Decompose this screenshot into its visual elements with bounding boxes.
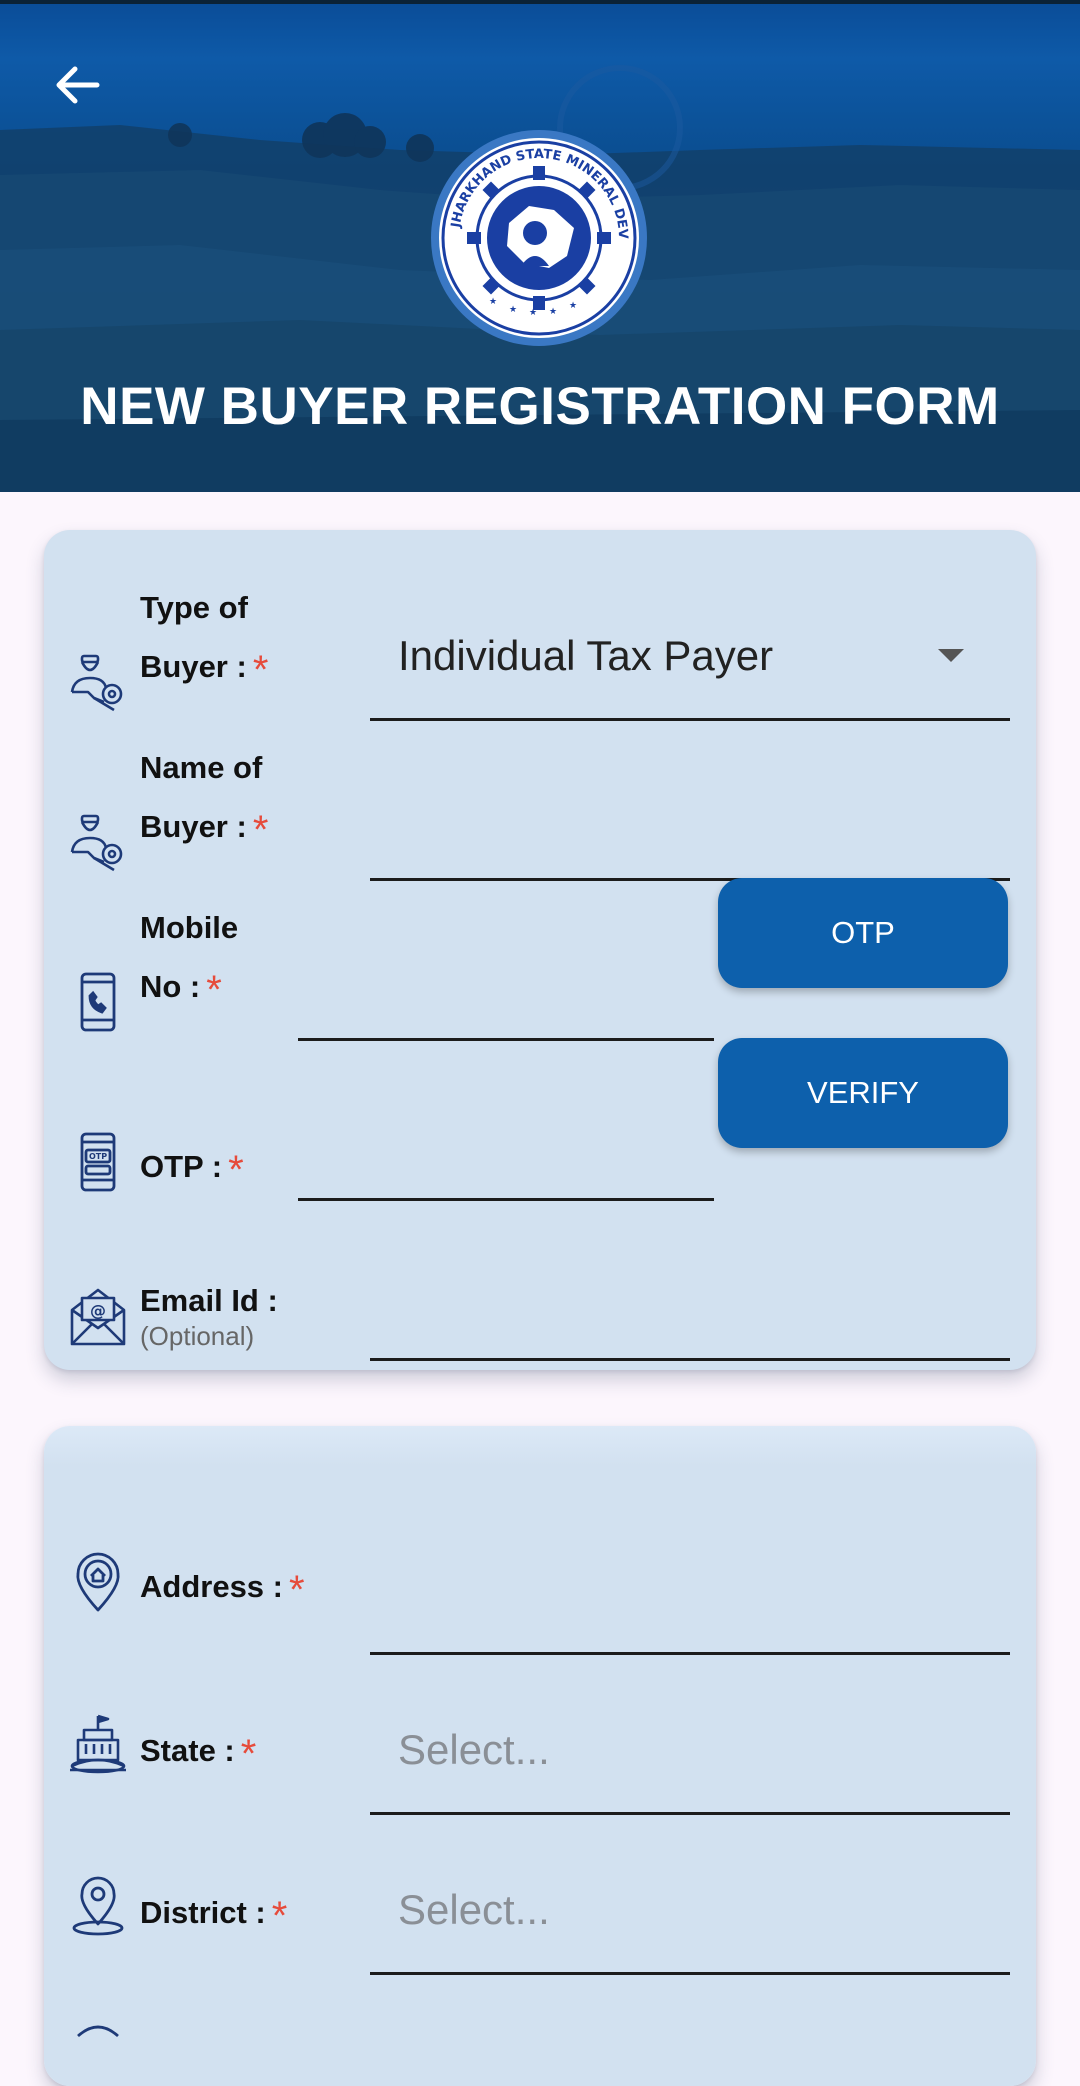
otp-input[interactable] bbox=[298, 1060, 714, 1201]
state-label: State : * bbox=[140, 1732, 257, 1776]
address-details-card: Address : * State : * Select... District… bbox=[44, 1426, 1036, 2086]
otp-button[interactable]: OTP bbox=[718, 878, 1008, 988]
name-of-buyer-input[interactable] bbox=[370, 740, 1010, 881]
address-input[interactable] bbox=[370, 1486, 1010, 1655]
svg-text:OTP: OTP bbox=[89, 1152, 107, 1161]
email-label: Email Id : (Optional) bbox=[140, 1283, 278, 1351]
district-label: District : * bbox=[140, 1894, 288, 1938]
back-button[interactable] bbox=[40, 48, 114, 122]
svg-text:★: ★ bbox=[509, 305, 517, 315]
address-label: Address : * bbox=[140, 1568, 305, 1612]
state-select[interactable]: Select... bbox=[370, 1646, 1010, 1815]
header-banner: ★★★★★ JHARKHAND STATE MINERAL DEVELOPMEN… bbox=[0, 0, 1080, 492]
next-field-icon bbox=[77, 2025, 119, 2038]
verify-button[interactable]: VERIFY bbox=[718, 1038, 1008, 1148]
jsmdc-logo: ★★★★★ JHARKHAND STATE MINERAL DEVELOPMEN… bbox=[429, 128, 647, 346]
name-of-buyer-label: Name of Buyer : * bbox=[140, 750, 269, 852]
state-building-icon bbox=[70, 1714, 126, 1774]
mobile-phone-icon bbox=[80, 972, 116, 1032]
district-placeholder: Select... bbox=[398, 1886, 550, 1933]
state-placeholder: Select... bbox=[398, 1726, 550, 1773]
mobile-row: Mobile No : * OTP bbox=[44, 878, 1036, 1041]
svg-text:★: ★ bbox=[569, 301, 577, 311]
home-location-icon bbox=[76, 1552, 120, 1612]
name-of-buyer-row: Name of Buyer : * bbox=[44, 740, 1036, 881]
district-row: District : * Select... bbox=[44, 1806, 1036, 1975]
type-of-buyer-row: Type of Buyer : * Individual Tax Payer bbox=[44, 580, 1036, 721]
email-input[interactable] bbox=[370, 1220, 1010, 1361]
buyer-details-card: Type of Buyer : * Individual Tax Payer Na… bbox=[44, 530, 1036, 1370]
otp-phone-icon: OTP bbox=[80, 1132, 116, 1192]
svg-text:★: ★ bbox=[489, 297, 497, 307]
mobile-label: Mobile No : * bbox=[140, 910, 239, 1012]
address-row: Address : * bbox=[44, 1486, 1036, 1655]
page-title: NEW BUYER REGISTRATION FORM bbox=[80, 377, 1000, 436]
svg-text:@: @ bbox=[90, 1301, 106, 1320]
email-icon: @ bbox=[70, 1288, 126, 1346]
buyer-icon bbox=[70, 654, 123, 712]
buyer-icon bbox=[70, 814, 123, 872]
svg-text:★: ★ bbox=[529, 308, 537, 318]
svg-text:★: ★ bbox=[549, 307, 557, 317]
type-of-buyer-dropdown[interactable]: Individual Tax Payer bbox=[370, 580, 1010, 721]
dropdown-caret-icon bbox=[938, 649, 964, 662]
mobile-number-input[interactable] bbox=[298, 900, 714, 1041]
arrow-left-icon bbox=[56, 66, 100, 104]
email-row: @ Email Id : (Optional) bbox=[44, 1220, 1036, 1361]
state-row: State : * Select... bbox=[44, 1646, 1036, 1815]
district-select[interactable]: Select... bbox=[370, 1806, 1010, 1975]
type-of-buyer-label: Type of Buyer : * bbox=[140, 590, 269, 692]
type-of-buyer-value: Individual Tax Payer bbox=[398, 632, 774, 679]
location-pin-icon bbox=[72, 1876, 124, 1936]
email-optional-hint: (Optional) bbox=[140, 1321, 255, 1351]
otp-label: OTP : * bbox=[140, 1148, 244, 1192]
otp-row: OTP OTP : * VERIFY bbox=[44, 1038, 1036, 1201]
